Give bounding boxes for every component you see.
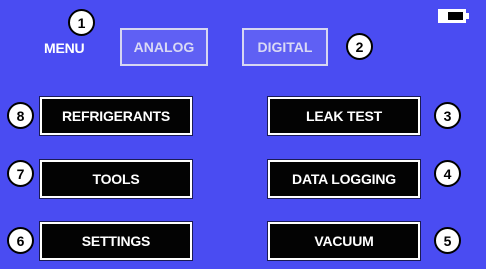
callout-6: 6	[7, 227, 34, 254]
settings-button[interactable]: SETTINGS	[40, 222, 192, 260]
battery-icon	[438, 9, 466, 23]
data-logging-button[interactable]: DATA LOGGING	[268, 160, 420, 198]
device-screen: MENU ANALOG DIGITAL REFRIGERANTS TOOLS S…	[0, 0, 486, 269]
menu-label: MENU	[44, 40, 85, 56]
battery-level	[448, 12, 463, 20]
callout-1: 1	[68, 9, 95, 36]
analog-tab[interactable]: ANALOG	[120, 28, 208, 66]
callout-3: 3	[434, 102, 461, 129]
battery-terminal	[466, 13, 469, 19]
callout-5: 5	[434, 227, 461, 254]
digital-tab[interactable]: DIGITAL	[242, 28, 328, 66]
vacuum-button[interactable]: VACUUM	[268, 222, 420, 260]
callout-4: 4	[434, 160, 461, 187]
callout-8: 8	[7, 102, 34, 129]
tools-button[interactable]: TOOLS	[40, 160, 192, 198]
refrigerants-button[interactable]: REFRIGERANTS	[40, 97, 192, 135]
callout-2: 2	[346, 33, 373, 60]
leak-test-button[interactable]: LEAK TEST	[268, 97, 420, 135]
callout-7: 7	[7, 160, 34, 187]
